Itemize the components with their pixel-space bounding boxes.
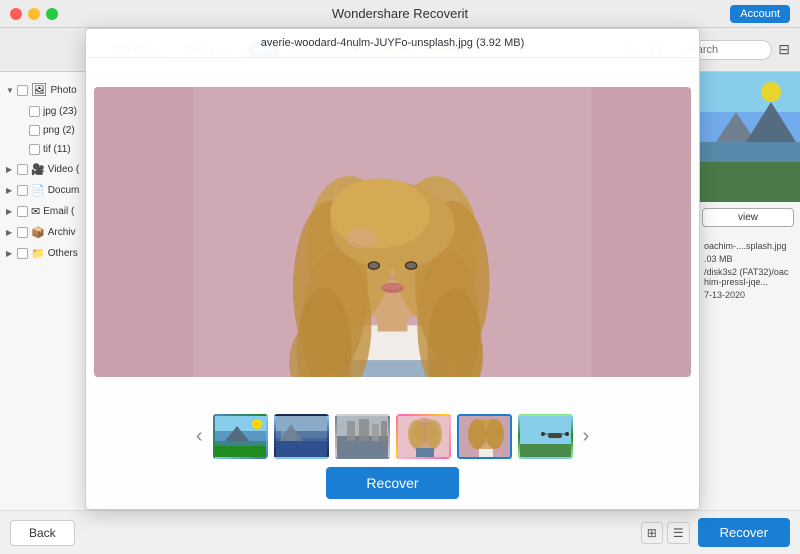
thumbnail-5[interactable]	[457, 414, 512, 459]
sidebar-item-document[interactable]: ▶ 📄 Docum	[0, 180, 94, 201]
woman-photo	[94, 87, 691, 377]
expand-icon: ▼	[6, 86, 14, 95]
title-bar: Wondershare Recoverit Account	[0, 0, 800, 28]
thumbnail-1[interactable]	[213, 414, 268, 459]
arch-checkbox[interactable]	[17, 227, 28, 238]
sidebar-item-tif[interactable]: tif (11)	[0, 140, 94, 159]
expand-icon-others: ▶	[6, 249, 14, 258]
preview-button[interactable]: view	[702, 208, 794, 227]
main-container: File Path File Type 619 216 files Found …	[0, 28, 800, 554]
close-button[interactable]	[10, 8, 22, 20]
maximize-button[interactable]	[46, 8, 58, 20]
right-panel-filesize: .03 MB	[704, 254, 792, 264]
video-checkbox[interactable]	[17, 164, 28, 175]
photo-checkbox[interactable]	[17, 85, 28, 96]
window-controls	[10, 8, 58, 20]
tif-checkbox[interactable]	[29, 144, 40, 155]
png-checkbox[interactable]	[29, 125, 40, 136]
doc-icon: 📄	[31, 184, 45, 197]
thumbnail-3[interactable]	[335, 414, 390, 459]
right-panel-location: /disk3s2 (FAT32)/oachim-pressl-jqe...	[704, 267, 792, 287]
sidebar-top-area	[0, 28, 95, 71]
jpg-label: jpg (23)	[43, 106, 77, 117]
sidebar-item-label: Photo	[51, 85, 77, 96]
sidebar-item-email[interactable]: ▶ ✉ Email (	[0, 201, 94, 222]
others-icon: 📁	[31, 247, 45, 260]
right-panel-date: 7-13-2020	[704, 290, 792, 300]
filter-icon[interactable]: ⊟	[778, 41, 790, 58]
preview-main-image	[86, 58, 699, 406]
doc-label: Docum	[48, 185, 80, 196]
grid-view-button[interactable]: ⊞	[641, 522, 663, 544]
right-panel-thumbnail	[696, 72, 800, 202]
archive-label: Archiv	[48, 227, 76, 238]
thumbnail-6[interactable]	[518, 414, 573, 459]
sidebar-item-others[interactable]: ▶ 📁 Others	[0, 243, 94, 264]
right-panel-filename: oachim-....splash.jpg	[704, 241, 792, 251]
app-title: Wondershare Recoverit	[332, 6, 468, 21]
email-checkbox[interactable]	[17, 206, 28, 217]
right-panel-preview-image	[696, 72, 800, 202]
sidebar-item-video[interactable]: ▶ 🎥 Video (	[0, 159, 94, 180]
sidebar-item-jpg[interactable]: jpg (23)	[0, 102, 94, 121]
account-button[interactable]: Account	[730, 5, 790, 23]
minimize-button[interactable]	[28, 8, 40, 20]
list-view-button[interactable]: ☰	[667, 522, 690, 544]
back-button[interactable]: Back	[10, 520, 75, 546]
tif-label: tif (11)	[43, 144, 71, 155]
bottom-bar: Back ⊞ ☰ Recover	[0, 510, 800, 554]
expand-icon-video: ▶	[6, 165, 14, 174]
preview-recover-button[interactable]: Recover	[326, 467, 458, 499]
right-panel-info: oachim-....splash.jpg .03 MB /disk3s2 (F…	[696, 233, 800, 311]
view-toggle: ⊞ ☰	[641, 522, 690, 544]
expand-icon-email: ▶	[6, 207, 14, 216]
main-recover-button[interactable]: Recover	[698, 518, 790, 547]
doc-checkbox[interactable]	[17, 185, 28, 196]
others-label: Others	[48, 248, 78, 259]
archive-icon: 📦	[31, 226, 45, 239]
expand-icon-doc: ▶	[6, 186, 14, 195]
png-label: png (2)	[43, 125, 75, 136]
file-tree: ▼ 🖼 Photo jpg (23) png (2) tif (11)	[0, 72, 95, 510]
photo-folder-icon: 🖼	[31, 82, 48, 98]
jpg-checkbox[interactable]	[29, 106, 40, 117]
thumbnail-2[interactable]	[274, 414, 329, 459]
video-icon: 🎥	[31, 163, 45, 176]
preview-overlay: averie-woodard-4nulm-JUYFo-unsplash.jpg …	[85, 28, 700, 510]
sidebar-item-photo[interactable]: ▼ 🖼 Photo	[0, 78, 94, 102]
expand-icon-arch: ▶	[6, 228, 14, 237]
preview-title: averie-woodard-4nulm-JUYFo-unsplash.jpg …	[86, 29, 699, 58]
right-panel: view oachim-....splash.jpg .03 MB /disk3…	[695, 72, 800, 510]
others-checkbox[interactable]	[17, 248, 28, 259]
preview-thumbnails-row: ‹	[86, 406, 699, 467]
next-thumbnail-button[interactable]: ›	[579, 425, 594, 448]
email-icon: ✉	[31, 205, 40, 218]
thumbnail-4[interactable]	[396, 414, 451, 459]
email-label: Email (	[43, 206, 74, 217]
sidebar-item-png[interactable]: png (2)	[0, 121, 94, 140]
sidebar-item-archive[interactable]: ▶ 📦 Archiv	[0, 222, 94, 243]
prev-thumbnail-button[interactable]: ‹	[192, 425, 207, 448]
video-label: Video (	[48, 164, 80, 175]
